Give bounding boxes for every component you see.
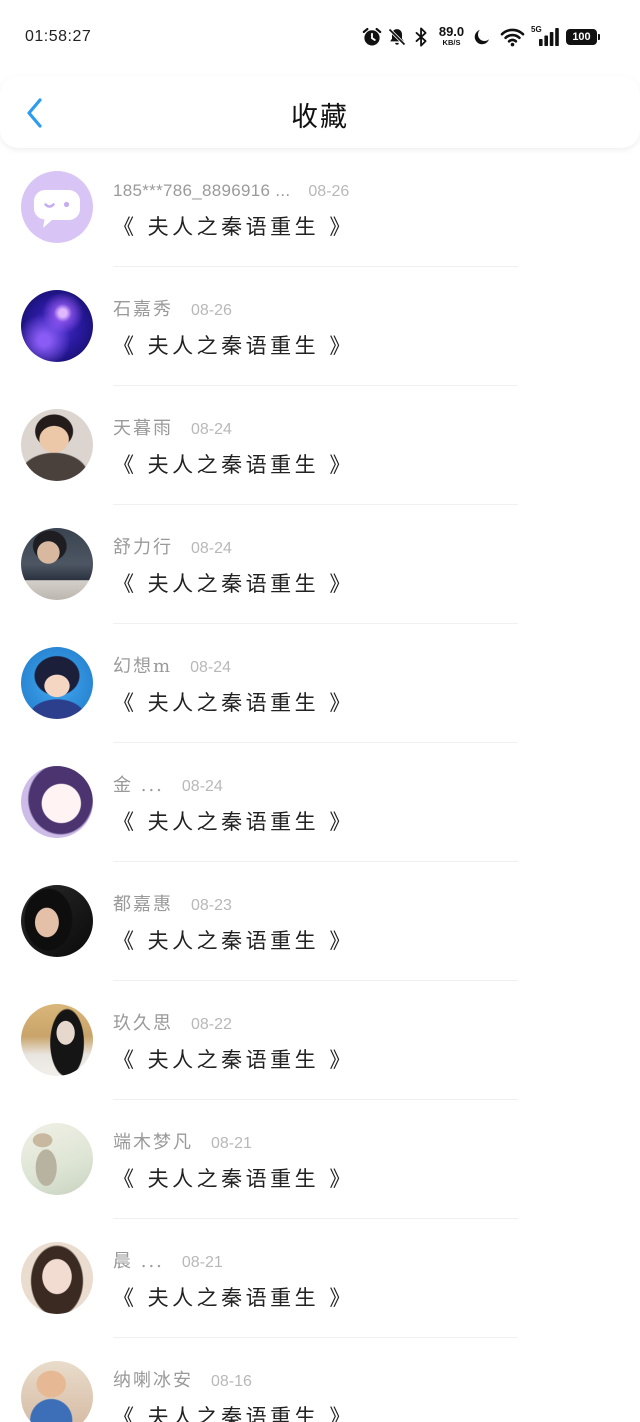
favorites-list: 185***786_8896916 ... 08-26 《 夫人之秦语重生 》 石…: [0, 148, 640, 1422]
battery-nub: [598, 34, 600, 40]
chat-bubble-icon: [34, 190, 80, 228]
battery-icon: 100: [566, 29, 597, 45]
avatar[interactable]: [21, 171, 93, 243]
item-date: 08-21: [211, 1135, 252, 1152]
user-name: 舒力行: [113, 537, 173, 558]
item-date: 08-22: [191, 1016, 232, 1033]
list-item[interactable]: 天暮雨 08-24 《 夫人之秦语重生 》: [0, 386, 640, 505]
item-meta: 舒力行 08-24: [113, 536, 232, 560]
avatar[interactable]: [21, 1004, 93, 1076]
alarm-icon: [362, 27, 382, 46]
list-item[interactable]: 石嘉秀 08-26 《 夫人之秦语重生 》: [0, 267, 640, 386]
user-name: 都嘉惠: [113, 894, 173, 915]
list-item[interactable]: 玖久思 08-22 《 夫人之秦语重生 》: [0, 981, 640, 1100]
item-date: 08-16: [211, 1373, 252, 1390]
network-speed-value: 89.0: [438, 24, 465, 39]
avatar[interactable]: [21, 528, 93, 600]
user-name: 纳喇冰安: [113, 1370, 193, 1391]
item-date: 08-21: [181, 1254, 223, 1271]
list-item[interactable]: 都嘉惠 08-23 《 夫人之秦语重生 》: [0, 862, 640, 981]
list-item[interactable]: 金 ... 08-24 《 夫人之秦语重生 》: [0, 743, 640, 862]
chevron-left-icon[interactable]: [25, 97, 45, 129]
network-speed-unit: KB/S: [442, 38, 461, 47]
avatar[interactable]: [21, 1242, 93, 1314]
bell-off-icon: [388, 28, 406, 46]
user-name: 端木梦凡: [113, 1132, 193, 1153]
page-title: 收藏: [291, 102, 349, 133]
item-date: 08-24: [191, 421, 232, 438]
user-name: 天暮雨: [113, 418, 173, 439]
avatar[interactable]: [21, 766, 93, 838]
list-item[interactable]: 纳喇冰安 08-16 《 夫人之秦语重生 》: [0, 1338, 640, 1422]
item-meta: 185***786_8896916 ... 08-26: [113, 179, 349, 203]
user-name: 石嘉秀: [113, 299, 173, 320]
item-meta: 都嘉惠 08-23: [113, 893, 232, 917]
item-meta: 晨 ... 08-21: [113, 1250, 223, 1274]
item-meta: 幻想m 08-24: [113, 655, 231, 679]
user-name: 幻想m: [113, 656, 173, 677]
item-meta: 端木梦凡 08-21: [113, 1131, 252, 1155]
wifi-icon: [500, 28, 525, 47]
user-name: 晨 ...: [113, 1251, 164, 1272]
list-item[interactable]: 幻想m 08-24 《 夫人之秦语重生 》: [0, 624, 640, 743]
item-date: 08-24: [190, 659, 231, 676]
item-meta: 纳喇冰安 08-16: [113, 1369, 252, 1393]
bluetooth-icon: [415, 27, 427, 47]
item-title: 《 夫人之秦语重生 》: [113, 453, 354, 477]
item-title: 《 夫人之秦语重生 》: [113, 1286, 354, 1310]
item-date: 08-26: [308, 183, 350, 200]
avatar[interactable]: [21, 1123, 93, 1195]
item-date: 08-24: [181, 778, 223, 795]
item-title: 《 夫人之秦语重生 》: [113, 691, 354, 715]
list-item[interactable]: 晨 ... 08-21 《 夫人之秦语重生 》: [0, 1219, 640, 1338]
avatar[interactable]: [21, 409, 93, 481]
item-meta: 玖久思 08-22: [113, 1012, 232, 1036]
favorites-screen: 01:58:27 89.0 KB/S 5G 100 收藏 185***786_8…: [0, 0, 640, 1422]
item-title: 《 夫人之秦语重生 》: [113, 572, 354, 596]
user-name: 金 ...: [113, 775, 164, 796]
avatar[interactable]: [21, 647, 93, 719]
item-title: 《 夫人之秦语重生 》: [113, 810, 354, 834]
item-title: 《 夫人之秦语重生 》: [113, 1167, 354, 1191]
item-date: 08-23: [191, 897, 232, 914]
status-bar: 01:58:27 89.0 KB/S 5G 100: [0, 0, 640, 76]
list-item[interactable]: 端木梦凡 08-21 《 夫人之秦语重生 》: [0, 1100, 640, 1219]
avatar[interactable]: [21, 1361, 93, 1422]
list-item[interactable]: 舒力行 08-24 《 夫人之秦语重生 》: [0, 505, 640, 624]
item-meta: 天暮雨 08-24: [113, 417, 232, 441]
moon-icon: [474, 29, 490, 45]
user-name: 玖久思: [113, 1013, 173, 1034]
item-meta: 金 ... 08-24: [113, 774, 223, 798]
network-speed: 89.0 KB/S: [436, 25, 467, 47]
item-title: 《 夫人之秦语重生 》: [113, 1048, 354, 1072]
signal-icon: [539, 28, 559, 46]
avatar[interactable]: [21, 885, 93, 957]
item-date: 08-26: [191, 302, 232, 319]
header-bar: 收藏: [0, 76, 640, 148]
avatar[interactable]: [21, 290, 93, 362]
item-title: 《 夫人之秦语重生 》: [113, 929, 354, 953]
status-time: 01:58:27: [25, 28, 92, 45]
item-title: 《 夫人之秦语重生 》: [113, 334, 354, 358]
item-meta: 石嘉秀 08-26: [113, 298, 232, 322]
item-date: 08-24: [191, 540, 232, 557]
user-name: 185***786_8896916 ...: [113, 181, 291, 200]
item-title: 《 夫人之秦语重生 》: [113, 215, 354, 239]
back-button[interactable]: [20, 93, 50, 133]
list-item[interactable]: 185***786_8896916 ... 08-26 《 夫人之秦语重生 》: [0, 148, 640, 267]
item-title: 《 夫人之秦语重生 》: [113, 1405, 354, 1422]
